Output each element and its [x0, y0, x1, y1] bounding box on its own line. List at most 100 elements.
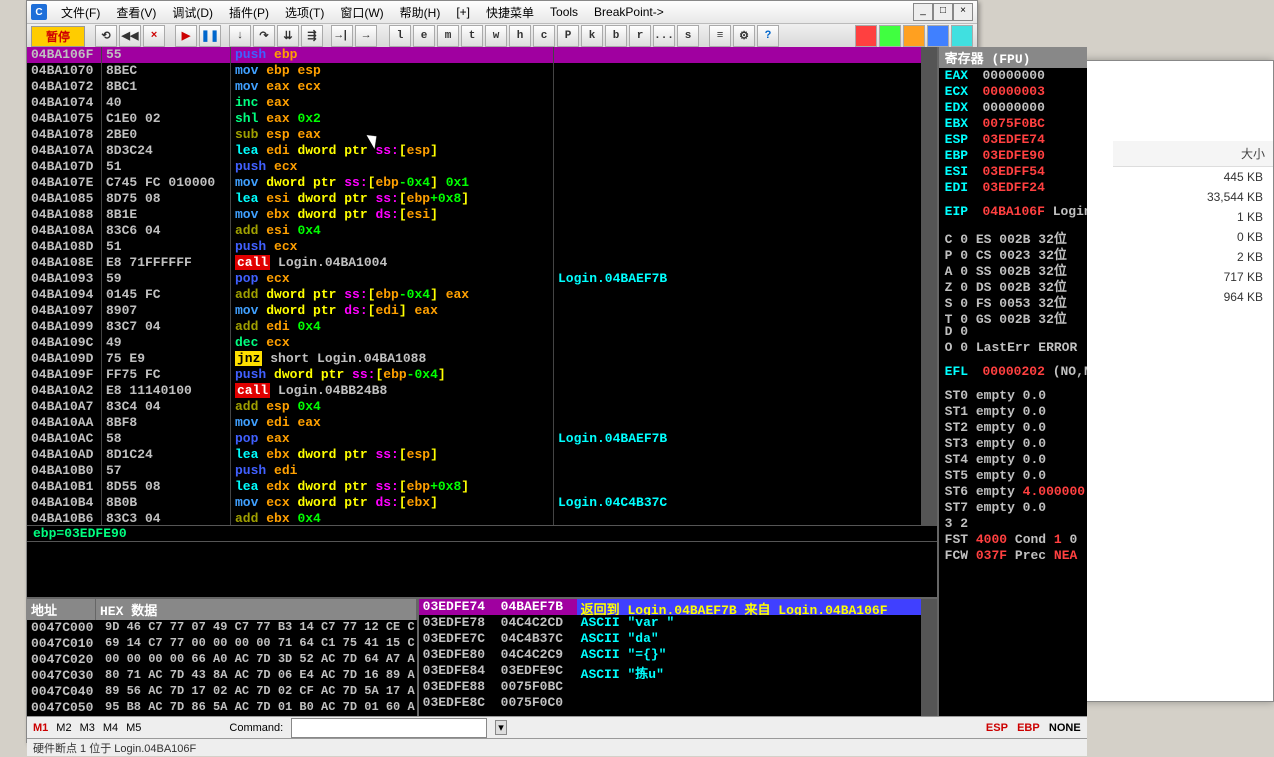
disasm-comment[interactable]	[554, 463, 921, 479]
disasm-bytes[interactable]: 8D55 08	[102, 479, 230, 495]
disasm-bytes[interactable]: 55	[102, 47, 230, 63]
color-red-button[interactable]	[855, 25, 877, 47]
register-ecx[interactable]: ECX 00000003	[939, 84, 1087, 100]
disasm-address[interactable]: 04BA1075	[27, 111, 101, 127]
disasm-comment[interactable]	[554, 319, 921, 335]
minimize-button[interactable]: _	[913, 3, 933, 21]
menu-options[interactable]: 选项(T)	[279, 2, 330, 23]
disasm-address[interactable]: 04BA1072	[27, 79, 101, 95]
disasm-address[interactable]: 04BA10AA	[27, 415, 101, 431]
fpu-register[interactable]: ST7 empty 0.0	[939, 500, 1087, 516]
disasm-instruction[interactable]: jnz short Login.04BA1088	[231, 351, 553, 367]
toolbar-e-button[interactable]: e	[413, 25, 435, 47]
none-button[interactable]: NONE	[1049, 722, 1081, 734]
step-into-button[interactable]: ↓	[229, 25, 251, 47]
disasm-bytes[interactable]: 51	[102, 159, 230, 175]
disasm-bytes[interactable]: 8D3C24	[102, 143, 230, 159]
menu-breakpoint[interactable]: BreakPoint->	[588, 3, 670, 21]
dump-row[interactable]: 0047C03080 71 AC 7D 43 8A AC 7D 06 E4 AC…	[27, 668, 417, 684]
disasm-instruction[interactable]: add edi,0x4	[231, 319, 553, 335]
menu-windows[interactable]: 窗口(W)	[334, 2, 389, 23]
disasm-address[interactable]: 04BA10AC	[27, 431, 101, 447]
toolbar-s-button[interactable]: s	[677, 25, 699, 47]
disasm-comment[interactable]: Login.04C4B37C	[554, 495, 921, 511]
disasm-instruction[interactable]: lea ebx,dword ptr ss:[esp]	[231, 447, 553, 463]
disasm-comment[interactable]	[554, 367, 921, 383]
disasm-bytes[interactable]: 83C7 04	[102, 319, 230, 335]
disasm-bytes[interactable]: 8907	[102, 303, 230, 319]
disasm-instruction[interactable]: lea esi,dword ptr ss:[ebp+0x8]	[231, 191, 553, 207]
step-back-button[interactable]: ◀◀	[119, 25, 141, 47]
register-esi[interactable]: ESI 03EDFF54	[939, 164, 1087, 180]
disasm-address[interactable]: 04BA10A7	[27, 399, 101, 415]
disasm-comment[interactable]	[554, 287, 921, 303]
disasm-instruction[interactable]: lea edi,dword ptr ss:[esp]	[231, 143, 553, 159]
disasm-address[interactable]: 04BA10A2	[27, 383, 101, 399]
disasm-address[interactable]: 04BA10B4	[27, 495, 101, 511]
disasm-comment[interactable]	[554, 223, 921, 239]
disasm-address[interactable]: 04BA107A	[27, 143, 101, 159]
disasm-bytes[interactable]: 0145 FC	[102, 287, 230, 303]
m2-button[interactable]: M2	[56, 722, 71, 734]
disasm-comment[interactable]	[554, 47, 921, 63]
register-ebx[interactable]: EBX 0075F0BC	[939, 116, 1087, 132]
disasm-instruction[interactable]: mov edi,eax	[231, 415, 553, 431]
disasm-instruction[interactable]: push edi	[231, 463, 553, 479]
stop-button[interactable]: ×	[143, 25, 165, 47]
disasm-address[interactable]: 04BA109F	[27, 367, 101, 383]
disasm-comment[interactable]	[554, 383, 921, 399]
menu-quick[interactable]: 快捷菜单	[480, 2, 540, 23]
fpu-register[interactable]: ST2 empty 0.0	[939, 420, 1087, 436]
disasm-address[interactable]: 04BA10B1	[27, 479, 101, 495]
disasm-address[interactable]: 04BA106F	[27, 47, 101, 63]
disasm-instruction[interactable]: lea edx,dword ptr ss:[ebp+0x8]	[231, 479, 553, 495]
pause-button[interactable]: ❚❚	[199, 25, 221, 47]
disasm-instruction[interactable]: mov dword ptr ds:[edi],eax	[231, 303, 553, 319]
toolbar-P-button[interactable]: P	[557, 25, 579, 47]
dump-row[interactable]: 0047C04089 56 AC 7D 17 02 AC 7D 02 CF AC…	[27, 684, 417, 700]
disasm-bytes[interactable]: 59	[102, 271, 230, 287]
settings-button[interactable]: ⚙	[733, 25, 755, 47]
disasm-address[interactable]: 04BA1099	[27, 319, 101, 335]
disasm-comment[interactable]	[554, 447, 921, 463]
dump-row[interactable]: 0047C02000 00 00 00 66 A0 AC 7D 3D 52 AC…	[27, 652, 417, 668]
esp-button[interactable]: ESP	[986, 722, 1008, 734]
flag-line[interactable]: S 0 FS 0053 32位	[939, 292, 1087, 308]
disasm-address[interactable]: 04BA1078	[27, 127, 101, 143]
register-edi[interactable]: EDI 03EDFF24	[939, 180, 1087, 196]
list-button[interactable]: ≡	[709, 25, 731, 47]
disasm-bytes[interactable]: 83C6 04	[102, 223, 230, 239]
disasm-comment[interactable]	[554, 191, 921, 207]
disasm-instruction[interactable]: add dword ptr ss:[ebp-0x4],eax	[231, 287, 553, 303]
disasm-bytes[interactable]: 2BE0	[102, 127, 230, 143]
disasm-bytes[interactable]: 75 E9	[102, 351, 230, 367]
menu-view[interactable]: 查看(V)	[110, 2, 162, 23]
toolbar-h-button[interactable]: h	[509, 25, 531, 47]
disasm-comment[interactable]: Login.04BAEF7B	[554, 431, 921, 447]
disasm-instruction[interactable]: mov ebx,dword ptr ds:[esi]	[231, 207, 553, 223]
disasm-comment[interactable]	[554, 111, 921, 127]
disasm-instruction[interactable]: call Login.04BA1004	[231, 255, 553, 271]
disasm-bytes[interactable]: 8BEC	[102, 63, 230, 79]
disasm-bytes[interactable]: C1E0 02	[102, 111, 230, 127]
disasm-instruction[interactable]: sub esp,eax	[231, 127, 553, 143]
disasm-instruction[interactable]: push ecx	[231, 239, 553, 255]
toolbar-r-button[interactable]: r	[629, 25, 651, 47]
run-button[interactable]: ▶	[175, 25, 197, 47]
disasm-address[interactable]: 04BA108E	[27, 255, 101, 271]
disasm-comment[interactable]	[554, 239, 921, 255]
toolbar-m-button[interactable]: m	[437, 25, 459, 47]
stack-row[interactable]: 03EDFE7404BAEF7B返回到 Login.04BAEF7B 来自 Lo…	[419, 599, 921, 615]
disasm-instruction[interactable]: pop eax	[231, 431, 553, 447]
flag-line[interactable]: P 0 CS 0023 32位	[939, 244, 1087, 260]
m5-button[interactable]: M5	[126, 722, 141, 734]
register-ebp[interactable]: EBP 03EDFE90	[939, 148, 1087, 164]
disasm-bytes[interactable]: 57	[102, 463, 230, 479]
flag-line[interactable]: O 0 LastErr ERROR	[939, 340, 1087, 356]
disasm-comment[interactable]	[554, 399, 921, 415]
disasm-bytes[interactable]: E8 11140100	[102, 383, 230, 399]
disasm-bytes[interactable]: 8BF8	[102, 415, 230, 431]
disasm-bytes[interactable]: 49	[102, 335, 230, 351]
stack-scrollbar[interactable]	[921, 599, 937, 716]
flag-line[interactable]: Z 0 DS 002B 32位	[939, 276, 1087, 292]
